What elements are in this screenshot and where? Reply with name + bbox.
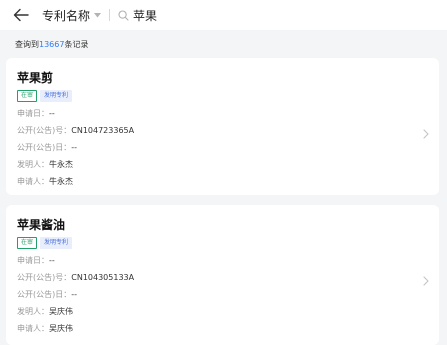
field-value: CN104723365A [71, 126, 135, 135]
field-label: 公开(公告)号： [17, 126, 72, 135]
field-value: -- [49, 109, 55, 118]
application-date-row: 申请日：-- [17, 255, 55, 266]
patent-title: 苹果酱油 [17, 218, 66, 232]
field-label: 申请日： [17, 109, 49, 118]
tag-group: 在审 发明专利 [17, 90, 75, 102]
patent-title: 苹果剪 [17, 71, 54, 85]
publication-date-row: 公开(公告)日：-- [17, 289, 77, 300]
field-value: -- [49, 256, 55, 265]
search-field-label: 专利名称 [42, 8, 91, 23]
publication-date-row: 公开(公告)日：-- [17, 142, 77, 153]
applicant-row: 申请人：吴庆伟 [17, 323, 73, 334]
field-value: -- [71, 290, 78, 299]
publication-number-row: 公开(公告)号：CN104305133A [17, 272, 134, 283]
field-label: 申请人： [17, 177, 49, 186]
results-suffix: 条记录 [64, 40, 89, 49]
field-label: 发明人： [17, 160, 49, 169]
patent-card[interactable]: 苹果酱油 在审 发明专利 申请日：-- 公开(公告)号：CN104305133A… [6, 205, 439, 345]
field-label: 申请人： [17, 324, 49, 333]
inventor-row: 发明人：吴庆伟 [17, 306, 73, 317]
field-label: 申请日： [17, 256, 49, 265]
applicant-row: 申请人：牛永杰 [17, 176, 73, 187]
field-value: 吴庆伟 [49, 307, 73, 316]
caret-down-icon [94, 12, 102, 18]
inventor-row: 发明人：牛永杰 [17, 159, 73, 170]
application-date-row: 申请日：-- [17, 108, 55, 119]
status-badge: 在审 [17, 90, 38, 102]
field-value: 牛永杰 [49, 160, 73, 169]
divider [109, 9, 111, 21]
field-value: 牛永杰 [49, 177, 73, 186]
field-value: CN104305133A [71, 273, 135, 282]
search-input[interactable] [133, 8, 434, 22]
field-label: 公开(公告)号： [17, 273, 72, 282]
field-value: -- [71, 143, 78, 152]
field-label: 公开(公告)日： [17, 290, 72, 299]
status-badge: 在审 [17, 237, 38, 249]
publication-number-row: 公开(公告)号：CN104723365A [17, 125, 134, 136]
patent-card[interactable]: 苹果剪 在审 发明专利 申请日：-- 公开(公告)号：CN104723365A … [6, 58, 439, 195]
top-bar: 专利名称 [0, 0, 447, 30]
results-count: 查询到13667条记录 [15, 39, 88, 50]
search-icon [118, 6, 129, 25]
chevron-right-icon [423, 271, 429, 290]
tag-group: 在审 发明专利 [17, 237, 75, 249]
field-value: 吴庆伟 [49, 324, 73, 333]
results-count-number: 13667 [39, 40, 65, 49]
arrow-left-icon [13, 8, 29, 22]
search-field-select[interactable]: 专利名称 [42, 7, 102, 24]
type-badge: 发明专利 [40, 237, 73, 249]
field-label: 发明人： [17, 307, 49, 316]
search-box[interactable] [118, 6, 434, 25]
back-button[interactable] [9, 3, 33, 27]
type-badge: 发明专利 [40, 90, 73, 102]
chevron-right-icon [423, 124, 429, 143]
field-label: 公开(公告)日： [17, 143, 72, 152]
results-prefix: 查询到 [15, 40, 39, 49]
